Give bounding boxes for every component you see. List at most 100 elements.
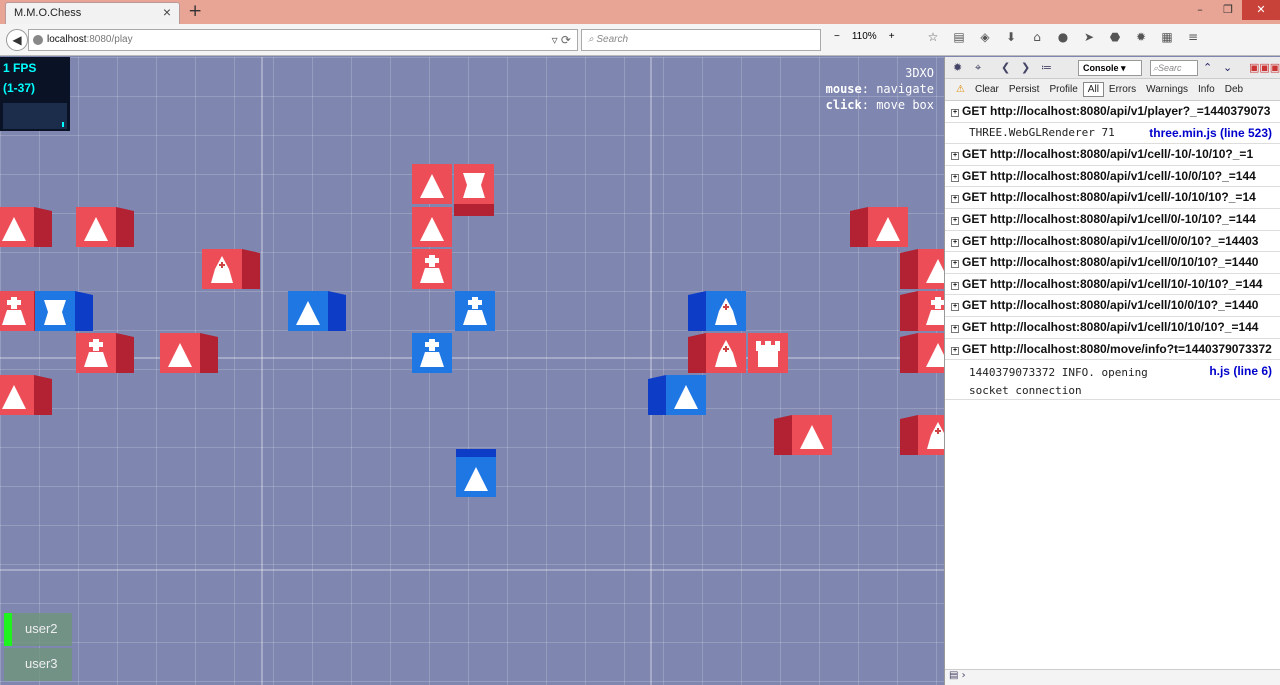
red-pawn-piece[interactable] (900, 249, 944, 289)
restore-icon[interactable]: ❐ (1214, 0, 1242, 20)
inspect-icon[interactable]: ⌖ (975, 61, 981, 75)
network-request-row[interactable]: + GET http://localhost:8080/api/v1/cell/0… (945, 252, 1280, 274)
devtools-search-input[interactable]: ⌕Searc (1150, 60, 1198, 76)
expand-icon[interactable]: + (951, 303, 959, 312)
new-tab-button[interactable]: + (188, 1, 202, 21)
game-canvas[interactable]: 1 FPS (1-37) 3DXO mouse: navigate click:… (0, 57, 944, 685)
expand-icon[interactable]: + (951, 238, 959, 247)
red-pawn-piece[interactable] (160, 333, 218, 373)
zoom-level[interactable]: 110% (846, 29, 883, 44)
red-queen-piece[interactable] (454, 164, 494, 216)
home-icon[interactable]: ⌂ (1024, 30, 1050, 50)
blue-pawn-piece[interactable] (288, 291, 346, 331)
blue-queen-piece[interactable] (35, 291, 93, 331)
fps-value: 1 FPS (3, 61, 37, 75)
source-link[interactable]: three.min.js (line 523) (1149, 125, 1272, 140)
filter-clear[interactable]: Clear (970, 84, 1004, 95)
reload-icon[interactable]: ▿ ⟳ (552, 33, 571, 47)
url-bar[interactable]: localhost:8080/play ▿ ⟳ (28, 29, 578, 51)
expand-icon[interactable]: + (951, 346, 959, 355)
network-request-row[interactable]: + GET http://localhost:8080/api/v1/cell/1… (945, 317, 1280, 339)
close-window-icon[interactable]: ✕ (1242, 0, 1280, 20)
network-request-row[interactable]: + GET http://localhost:8080/api/v1/cell/1… (945, 295, 1280, 317)
console-tab[interactable]: Console ▾ (1078, 60, 1142, 76)
console-message-row[interactable]: THREE.WebGLRenderer 71 three.min.js (line… (945, 123, 1280, 145)
forward-arrow-icon[interactable]: ❯ (1021, 61, 1030, 74)
red-pawn-piece[interactable] (774, 415, 832, 455)
filter-warnings[interactable]: Warnings (1141, 84, 1193, 95)
menu-icon[interactable]: ≡ (1180, 30, 1206, 50)
red-pawn-piece[interactable] (0, 375, 52, 415)
red-rook-piece[interactable] (748, 333, 788, 373)
filter-errors[interactable]: Errors (1104, 84, 1141, 95)
minimize-icon[interactable]: – (1186, 0, 1214, 20)
expand-icon[interactable]: + (951, 281, 959, 290)
search-down-icon[interactable]: ⌄ (1223, 61, 1232, 74)
filter-debug[interactable]: Deb (1220, 84, 1248, 95)
devtools-window-controls-icon[interactable]: ▣▣▣ (1249, 61, 1280, 74)
user-entry[interactable]: user2 (4, 613, 72, 646)
red-bishop-piece[interactable] (900, 415, 944, 455)
network-request-row[interactable]: + GET http://localhost:8080/api/v1/cell/-… (945, 144, 1280, 166)
filter-all[interactable]: All (1082, 82, 1104, 97)
firebug-icon[interactable]: ✹ (953, 61, 962, 74)
filter-profile[interactable]: Profile (1044, 84, 1082, 95)
red-king-piece[interactable] (412, 249, 452, 289)
blue-bishop-piece[interactable] (688, 291, 746, 331)
red-king-piece[interactable] (76, 333, 134, 373)
expand-icon[interactable]: + (951, 324, 959, 333)
expand-icon[interactable]: + (951, 109, 959, 117)
red-pawn-piece[interactable] (900, 333, 944, 373)
user-entry[interactable]: user3 (4, 648, 72, 681)
red-pawn-piece[interactable] (850, 207, 908, 247)
network-request-row[interactable]: + GET http://localhost:8080/api/v1/cell/-… (945, 166, 1280, 188)
red-pawn-piece[interactable] (412, 164, 452, 204)
back-arrow-icon[interactable]: ❮ (1001, 61, 1010, 74)
send-icon[interactable]: ➤ (1076, 30, 1102, 50)
firebug-icon[interactable]: ✹ (1128, 30, 1154, 50)
clear-console-icon[interactable]: ⚠ (951, 84, 970, 95)
network-request-row[interactable]: + GET http://localhost:8080/api/v1/player… (945, 101, 1280, 123)
network-request-row[interactable]: + GET http://localhost:8080/move/info?t=1… (945, 339, 1280, 361)
tab-mmo-chess[interactable]: M.M.O.Chess × (5, 2, 180, 24)
back-button[interactable]: ◀ (6, 29, 28, 51)
red-pawn-piece[interactable] (412, 207, 452, 247)
filter-info[interactable]: Info (1193, 84, 1220, 95)
bookmark-star-icon[interactable]: ☆ (920, 30, 946, 50)
zoom-in-button[interactable]: + (883, 29, 901, 44)
red-king-piece[interactable] (0, 291, 52, 331)
zoom-out-button[interactable]: − (828, 29, 846, 44)
search-up-icon[interactable]: ⌃ (1203, 61, 1212, 74)
search-input[interactable]: ⌕ Search (581, 29, 821, 51)
blue-pawn-piece[interactable] (648, 375, 706, 415)
blue-king-piece[interactable] (412, 333, 452, 373)
split-icon[interactable]: ≔ (1041, 61, 1052, 74)
fps-graph (3, 103, 67, 129)
expand-icon[interactable]: + (951, 216, 959, 225)
network-request-row[interactable]: + GET http://localhost:8080/api/v1/cell/1… (945, 274, 1280, 296)
expand-icon[interactable]: + (951, 173, 959, 182)
tab-close-icon[interactable]: × (163, 4, 171, 20)
red-pawn-piece[interactable] (0, 207, 52, 247)
network-request-row[interactable]: + GET http://localhost:8080/api/v1/cell/0… (945, 231, 1280, 253)
red-king-piece[interactable] (900, 291, 944, 331)
sidebar-icon[interactable]: ▦ (1154, 30, 1180, 50)
red-bishop-piece[interactable] (202, 249, 260, 289)
blue-pawn-piece[interactable] (456, 449, 496, 497)
blue-king-piece[interactable] (455, 291, 495, 331)
filter-persist[interactable]: Persist (1004, 84, 1045, 95)
network-request-row[interactable]: + GET http://localhost:8080/api/v1/cell/0… (945, 209, 1280, 231)
command-line[interactable]: ▤ › (945, 669, 1280, 685)
pocket-icon[interactable]: ◈ (972, 30, 998, 50)
source-link[interactable]: h.js (line 6) (1209, 364, 1272, 378)
red-bishop-piece[interactable] (688, 333, 746, 373)
expand-icon[interactable]: + (951, 152, 959, 161)
chat-icon[interactable]: ● (1050, 30, 1076, 50)
download-icon[interactable]: ⬇ (998, 30, 1024, 50)
reading-list-icon[interactable]: ▤ (946, 30, 972, 50)
red-pawn-piece[interactable] (76, 207, 134, 247)
network-request-row[interactable]: + GET http://localhost:8080/api/v1/cell/-… (945, 187, 1280, 209)
adblock-icon[interactable]: ⬣ (1102, 30, 1128, 50)
expand-icon[interactable]: + (951, 195, 959, 204)
expand-icon[interactable]: + (951, 260, 959, 269)
